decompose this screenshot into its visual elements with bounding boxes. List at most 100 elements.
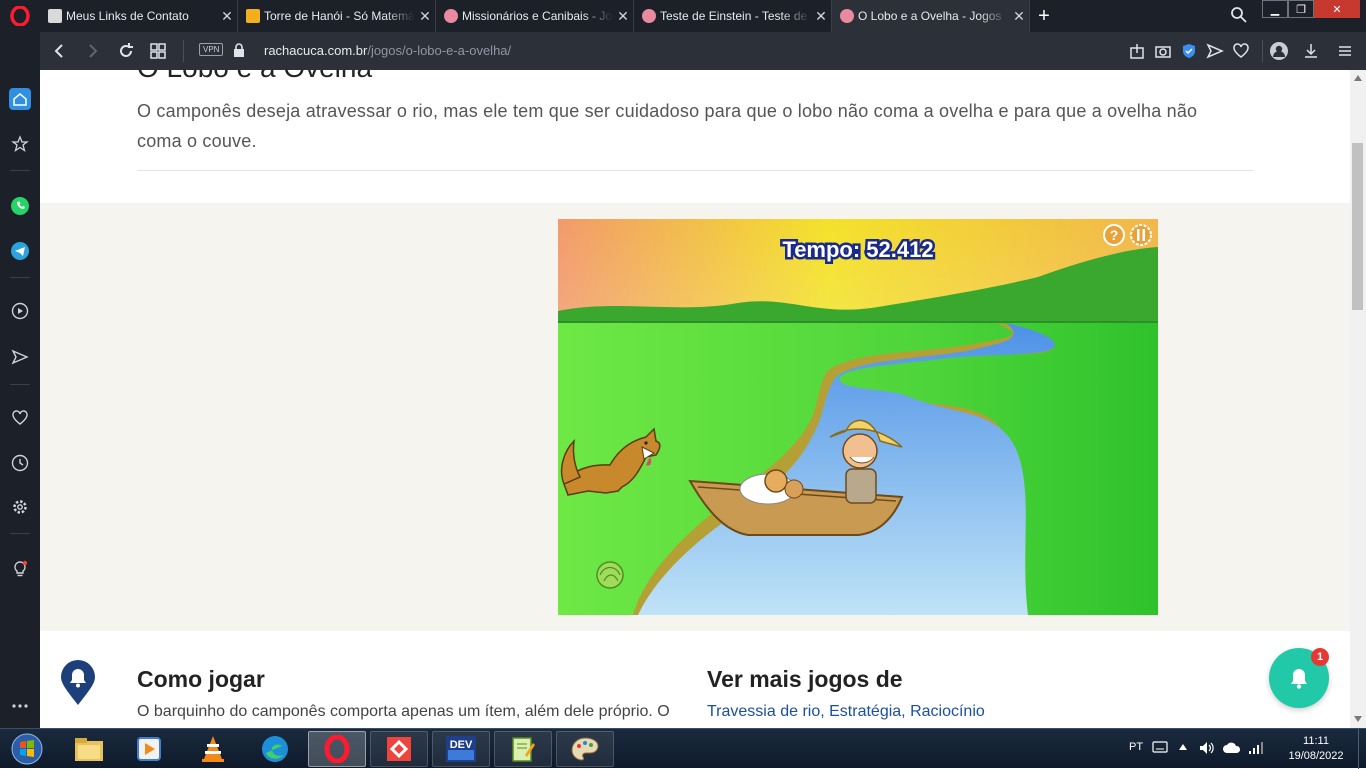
page-title: O Lobo e a Ovelha	[137, 70, 372, 84]
game-description: O camponês deseja atravessar o rio, mas …	[137, 101, 1198, 151]
taskbar-edge[interactable]	[246, 731, 304, 767]
vpn-badge[interactable]: VPN	[199, 43, 224, 56]
taskbar-clock[interactable]: 11:11 19/08/2022	[1276, 734, 1356, 764]
tab-meus-links[interactable]: Meus Links de Contato ✕	[40, 0, 238, 32]
tab-missionarios[interactable]: Missionários e Canibais - Jogos ✕	[436, 0, 634, 32]
scrollbar-thumb[interactable]	[1352, 143, 1363, 310]
link-estrategia[interactable]: Estratégia	[829, 703, 901, 720]
home-icon	[13, 93, 27, 106]
easy-setup-menu-icon[interactable]	[1336, 42, 1354, 60]
sidebar-bookmarks-button[interactable]	[9, 407, 31, 429]
snapshot-camera-icon[interactable]	[1154, 42, 1172, 60]
scroll-up-arrow-icon[interactable]	[1353, 74, 1363, 82]
sidebar-tips-button[interactable]	[9, 558, 31, 580]
clock-date: 19/08/2022	[1288, 750, 1344, 762]
game-section: Tempo: 52.412 ?	[40, 203, 1350, 631]
taskbar-anydesk[interactable]	[370, 731, 428, 767]
url-field[interactable]: rachacuca.com.br/jogos/o-lobo-e-a-ovelha…	[264, 43, 511, 58]
sidebar-speed-dial-button[interactable]	[9, 133, 31, 155]
devcpp-icon: DEV	[446, 736, 476, 762]
sidebar-settings-button[interactable]	[9, 496, 31, 518]
help-icon: ?	[1110, 227, 1119, 243]
tab-title: Meus Links de Contato	[66, 9, 189, 23]
new-tab-button[interactable]: +	[1034, 0, 1054, 32]
media-player-icon	[137, 737, 161, 761]
game-canvas[interactable]: Tempo: 52.412 ?	[558, 219, 1158, 615]
tab-title: Missionários e Canibais - Jogos	[462, 9, 613, 23]
tab-close-icon[interactable]: ✕	[217, 8, 237, 25]
adblock-shield-icon[interactable]	[1180, 42, 1198, 60]
tab-teste-einstein[interactable]: Teste de Einstein - Teste de ✕	[634, 0, 832, 32]
taskbar-notepad-plus[interactable]	[494, 731, 552, 767]
download-icon[interactable]	[1302, 42, 1320, 60]
heart-icon[interactable]	[1232, 42, 1250, 60]
opera-sidebar	[0, 32, 40, 728]
so-matematica-favicon-icon	[246, 9, 260, 23]
sidebar-player-button[interactable]	[9, 300, 31, 322]
cabbage[interactable]	[596, 561, 624, 589]
opera-menu-button[interactable]	[0, 0, 40, 32]
forward-icon[interactable]	[82, 41, 102, 61]
link-travessia-de-rio[interactable]: Travessia de rio	[707, 703, 820, 720]
tray-language[interactable]: PT	[1129, 741, 1143, 753]
taskbar-media-player[interactable]	[120, 731, 178, 767]
back-icon[interactable]	[50, 41, 70, 61]
tab-close-icon[interactable]: ✕	[415, 8, 435, 25]
taskbar-paint[interactable]	[556, 731, 614, 767]
tab-torre-de-hanoi[interactable]: Torre de Hanói - Só Matemática ✕	[238, 0, 436, 32]
network-signal-icon[interactable]	[1248, 741, 1264, 755]
page-content: O Lobo e a Ovelha O camponês deseja atra…	[40, 70, 1350, 728]
clock-time: 11:11	[1303, 735, 1329, 747]
tab-lobo-ovelha[interactable]: O Lobo e a Ovelha - Jogos ✕	[832, 0, 1030, 32]
sidebar-telegram-button[interactable]	[9, 240, 31, 262]
tab-close-icon[interactable]: ✕	[1009, 8, 1029, 25]
sidebar-history-button[interactable]	[9, 452, 31, 474]
sidebar-whatsapp-button[interactable]	[9, 195, 31, 217]
sidebar-more-button[interactable]	[9, 695, 31, 717]
vlc-cone-icon	[202, 736, 224, 762]
share-icon[interactable]	[1128, 42, 1146, 60]
scroll-down-arrow-icon[interactable]	[1353, 715, 1363, 723]
taskbar-opera[interactable]	[308, 731, 366, 767]
tab-title: Teste de Einstein - Teste de	[660, 9, 808, 23]
reload-icon[interactable]	[116, 41, 136, 61]
taskbar-file-explorer[interactable]	[60, 731, 118, 767]
close-window-button[interactable]: ✕	[1314, 0, 1360, 18]
volume-icon[interactable]	[1198, 740, 1216, 756]
sidebar-send-button[interactable]	[9, 346, 31, 368]
sidebar-divider	[10, 170, 30, 171]
how-to-play-text: O barquinho do camponês comporta apenas …	[137, 703, 670, 720]
game-help-button[interactable]: ?	[1103, 224, 1125, 246]
game-pause-button[interactable]	[1130, 224, 1152, 246]
tab-close-icon[interactable]: ✕	[613, 8, 633, 25]
profile-avatar-icon[interactable]	[1269, 41, 1289, 61]
star-icon	[11, 135, 29, 153]
edge-icon	[262, 736, 288, 762]
lock-icon[interactable]	[233, 43, 245, 57]
gear-icon	[13, 500, 27, 514]
tabs-overview-icon[interactable]	[148, 41, 168, 61]
tray-overflow-arrow-icon[interactable]	[1178, 743, 1188, 751]
sidebar-home-button[interactable]	[9, 88, 31, 110]
send-icon[interactable]	[1206, 42, 1224, 60]
tab-search-icon[interactable]	[1230, 6, 1248, 24]
windows-start-orb-icon	[11, 733, 43, 765]
anydesk-icon	[387, 737, 411, 761]
more-dots-icon	[12, 704, 28, 708]
taskbar-devcpp[interactable]: DEV	[432, 731, 490, 767]
url-path: /jogos/o-lobo-e-a-ovelha/	[367, 43, 512, 58]
taskbar-vlc[interactable]	[184, 731, 242, 767]
restore-button[interactable]: ❐	[1288, 0, 1314, 18]
opera-icon	[324, 735, 350, 763]
show-desktop-button[interactable]	[1358, 729, 1366, 769]
cloud-icon[interactable]	[1222, 741, 1242, 755]
keyboard-icon[interactable]	[1152, 741, 1168, 753]
tab-close-icon[interactable]: ✕	[811, 8, 831, 25]
divider	[1262, 40, 1263, 62]
pause-icon	[1137, 229, 1140, 241]
minimize-button[interactable]: ▁	[1262, 0, 1288, 18]
start-button[interactable]	[0, 731, 54, 767]
link-raciocinio[interactable]: Raciocínio	[910, 703, 985, 720]
windows-taskbar: DEV PT 11:11 19/08/2022	[0, 728, 1366, 769]
more-games-links: Travessia de rio, Estratégia, Raciocínio	[707, 703, 985, 721]
